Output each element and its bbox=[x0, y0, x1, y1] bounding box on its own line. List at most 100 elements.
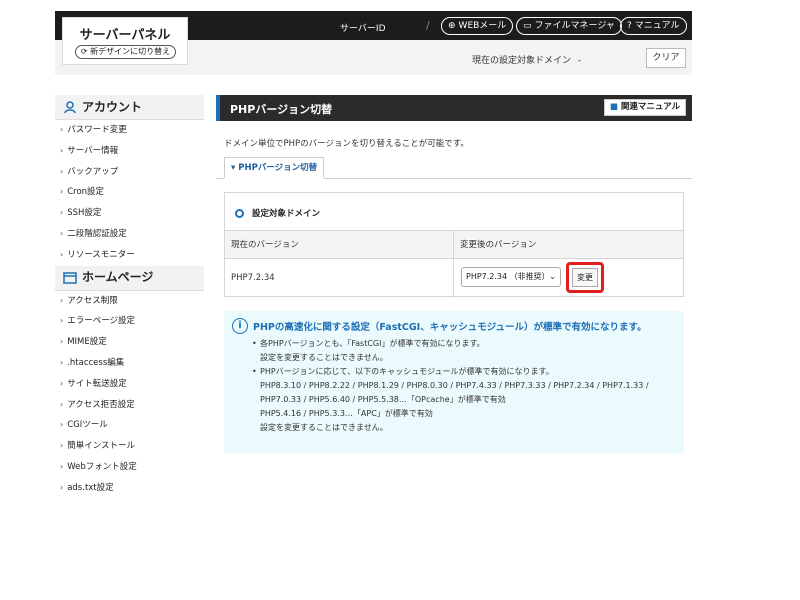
book-icon: ■ bbox=[609, 102, 618, 112]
sidebar-item-label: Cron設定 bbox=[67, 187, 105, 198]
sidebar-item-label: .htaccess編集 bbox=[67, 357, 125, 368]
current-version-value: PHP7.2.34 bbox=[225, 259, 454, 298]
chevron-right-icon: › bbox=[60, 357, 64, 367]
info-title: i PHPの高速化に関する設定（FastCGI、キャッシュモジュール）が標準で有… bbox=[232, 318, 647, 334]
info-body: • 各PHPバージョンとも、「FastCGI」が標準で有効になります。 設定を変更… bbox=[252, 337, 649, 435]
info-line-text: PHP7.0.33 / PHP5.6.40 / PHP5.5.38…「OPcac… bbox=[260, 395, 506, 404]
webmail-link[interactable]: ⊕ WEBメール bbox=[441, 17, 514, 35]
info-line: PHP8.3.10 / PHP8.2.22 / PHP8.1.29 / PHP8… bbox=[252, 379, 649, 393]
sidebar: アカウント › パスワード変更 › サーバー情報 › バックアップ › Cron設定 ›… bbox=[55, 95, 204, 513]
table-header-row: 現在のバージョン 変更後のバージョン bbox=[225, 231, 683, 259]
related-manual-label: 関連マニュアル bbox=[620, 102, 681, 112]
sidebar-item-mime[interactable]: › MIME設定 bbox=[55, 332, 204, 353]
new-design-label: 新デザインに切り替え bbox=[90, 47, 171, 56]
sidebar-item-label: 簡単インストール bbox=[67, 441, 136, 452]
sidebar-section-title: アカウント bbox=[82, 99, 143, 114]
info-line-text: 各PHPバージョンとも、「FastCGI」が標準で有効になります。 bbox=[260, 339, 485, 348]
sidebar-item-web-font[interactable]: › Webフォント設定 bbox=[55, 457, 204, 478]
sidebar-item-label: CGIツール bbox=[67, 420, 108, 431]
target-domain: 現在の設定対象ドメイン - bbox=[472, 53, 581, 66]
sidebar-item-label: リソースモニター bbox=[67, 249, 135, 260]
chevron-right-icon: › bbox=[60, 295, 64, 305]
new-design-button[interactable]: ⟳ 新デザインに切り替え bbox=[75, 45, 176, 59]
sidebar-item-label: アクセス拒否設定 bbox=[67, 399, 135, 410]
sidebar-item-ads-txt[interactable]: › ads.txt設定 bbox=[55, 478, 204, 499]
info-line-text: PHP5.4.16 / PHP5.3.3…「APC」が標準で有効 bbox=[260, 409, 433, 418]
sidebar-item-cron[interactable]: › Cron設定 bbox=[55, 182, 204, 203]
sidebar-item-label: Webフォント設定 bbox=[67, 461, 137, 472]
info-line-text: 設定を変更することはできません。 bbox=[260, 423, 388, 432]
manual-link-label: マニュアル bbox=[634, 21, 680, 31]
new-version-cell: PHP7.2.34 （非推奨） ⌄ 変更 bbox=[454, 259, 683, 298]
clear-button[interactable]: クリア bbox=[646, 48, 686, 68]
info-title-text: PHPの高速化に関する設定（FastCGI、キャッシュモジュール）が標準で有効に… bbox=[253, 322, 647, 333]
php-version-select[interactable]: PHP7.2.34 （非推奨） ⌄ bbox=[461, 267, 561, 287]
sidebar-item-site-redirect[interactable]: › サイト転送設定 bbox=[55, 374, 204, 395]
sidebar-item-ssh[interactable]: › SSH設定 bbox=[55, 203, 204, 224]
server-id-label: サーバーID bbox=[340, 24, 386, 34]
info-line: • 各PHPバージョンとも、「FastCGI」が標準で有効になります。 bbox=[252, 337, 649, 351]
sidebar-item-password[interactable]: › パスワード変更 bbox=[55, 120, 204, 141]
sidebar-section-homepage: ホームページ bbox=[55, 265, 204, 291]
chevron-right-icon: › bbox=[60, 187, 64, 197]
chevron-right-icon: › bbox=[60, 228, 64, 238]
radio-icon bbox=[235, 208, 244, 218]
question-icon: ? bbox=[627, 21, 632, 31]
logo-title: サーバーパネル bbox=[79, 28, 171, 43]
sidebar-item-backup[interactable]: › バックアップ bbox=[55, 162, 204, 183]
sidebar-item-easy-install[interactable]: › 簡単インストール bbox=[55, 436, 204, 457]
sidebar-item-htaccess[interactable]: › .htaccess編集 bbox=[55, 353, 204, 374]
tab-label: PHPバージョン切替 bbox=[238, 163, 318, 173]
sidebar-item-error-page[interactable]: › エラーページ設定 bbox=[55, 311, 204, 332]
sidebar-item-label: SSH設定 bbox=[67, 208, 102, 219]
chevron-right-icon: › bbox=[60, 399, 64, 409]
sidebar-item-server-info[interactable]: › サーバー情報 bbox=[55, 141, 204, 162]
sidebar-item-access-restriction[interactable]: › アクセス制限 bbox=[55, 291, 204, 312]
chevron-down-icon: ▾ bbox=[231, 163, 236, 173]
sidebar-item-label: エラーページ設定 bbox=[67, 316, 136, 327]
chevron-right-icon: › bbox=[60, 482, 64, 492]
target-domain-label: 現在の設定対象ドメイン bbox=[472, 56, 572, 66]
logo: サーバーパネル ⟳ 新デザインに切り替え bbox=[62, 17, 188, 65]
change-button-highlight: 変更 bbox=[566, 262, 604, 293]
info-line: PHP7.0.33 / PHP5.6.40 / PHP5.5.38…「OPcac… bbox=[252, 393, 649, 407]
info-line-text: PHPバージョンに応じて、以下のキャッシュモジュールが標準で有効になります。 bbox=[260, 367, 554, 376]
chevron-right-icon: › bbox=[60, 208, 64, 218]
chevron-right-icon: › bbox=[60, 249, 64, 259]
manual-link[interactable]: ? マニュアル bbox=[620, 17, 687, 35]
chevron-right-icon: › bbox=[60, 166, 64, 176]
sidebar-section-account: アカウント bbox=[55, 95, 204, 120]
tab-php-version-switch[interactable]: ▾ PHPバージョン切替 bbox=[224, 157, 324, 179]
folder-icon: ▭ bbox=[523, 21, 532, 31]
info-line: PHP5.4.16 / PHP5.3.3…「APC」が標準で有効 bbox=[252, 407, 649, 421]
version-table: 現在のバージョン 変更後のバージョン PHP7.2.34 PHP7.2.34 （… bbox=[225, 230, 683, 298]
sidebar-item-two-factor[interactable]: › 二段階認証設定 bbox=[55, 224, 204, 245]
info-box: i PHPの高速化に関する設定（FastCGI、キャッシュモジュール）が標準で有… bbox=[224, 311, 684, 453]
page-description: ドメイン単位でPHPのバージョンを切り替えることが可能です。 bbox=[224, 139, 469, 149]
chevron-right-icon: › bbox=[60, 441, 64, 451]
chevron-right-icon: › bbox=[60, 145, 64, 155]
chevron-right-icon: › bbox=[60, 378, 64, 388]
column-header-new: 変更後のバージョン bbox=[454, 231, 683, 259]
info-line-text: 設定を変更することはできません。 bbox=[260, 353, 388, 362]
sidebar-item-label: 二段階認証設定 bbox=[67, 228, 127, 239]
sidebar-item-cgi-tools[interactable]: › CGIツール bbox=[55, 415, 204, 436]
page-title-bar: PHPバージョン切替 ■ 関連マニュアル bbox=[216, 95, 692, 121]
sidebar-item-label: ads.txt設定 bbox=[67, 482, 114, 493]
file-manager-link[interactable]: ▭ ファイルマネージャ bbox=[516, 17, 622, 35]
related-manual-button[interactable]: ■ 関連マニュアル bbox=[604, 99, 686, 116]
page-title: PHPバージョン切替 bbox=[230, 103, 333, 116]
sidebar-item-label: サイト転送設定 bbox=[67, 378, 127, 389]
file-manager-label: ファイルマネージャ bbox=[534, 21, 615, 31]
info-line: • PHPバージョンに応じて、以下のキャッシュモジュールが標準で有効になります。 bbox=[252, 365, 649, 379]
window-icon bbox=[63, 271, 77, 284]
sidebar-item-resource-monitor[interactable]: › リソースモニター bbox=[55, 245, 204, 266]
sidebar-item-access-deny[interactable]: › アクセス拒否設定 bbox=[55, 395, 204, 416]
sidebar-item-label: バックアップ bbox=[67, 166, 119, 177]
sidebar-item-label: MIME設定 bbox=[67, 337, 107, 348]
target-domain-value: - bbox=[577, 56, 582, 66]
chevron-right-icon: › bbox=[60, 337, 64, 347]
change-button[interactable]: 変更 bbox=[572, 268, 598, 287]
chevron-right-icon: › bbox=[60, 420, 64, 430]
user-icon bbox=[64, 101, 76, 114]
